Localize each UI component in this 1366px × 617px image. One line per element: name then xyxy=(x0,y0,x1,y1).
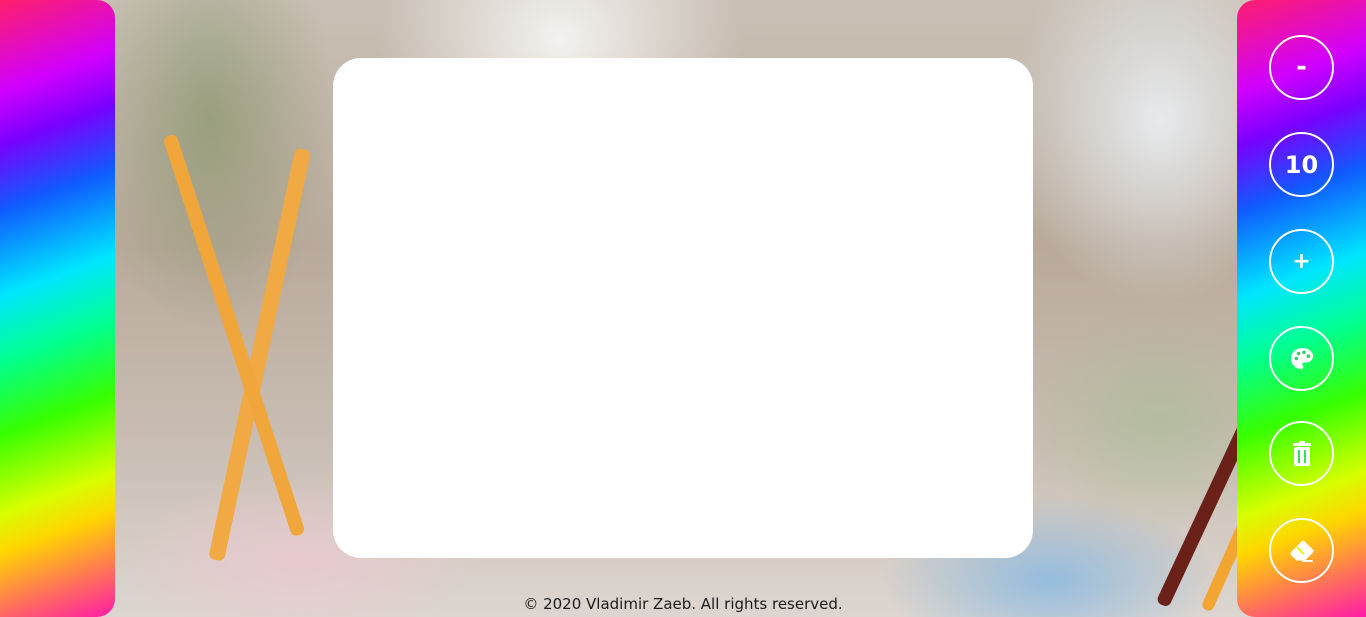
minus-icon: - xyxy=(1296,51,1307,82)
trash-icon xyxy=(1292,440,1311,466)
clear-canvas-button[interactable] xyxy=(1269,421,1334,486)
increase-size-button[interactable]: + xyxy=(1269,229,1334,294)
decrease-size-button[interactable]: - xyxy=(1269,35,1334,100)
brush-size-display: 10 xyxy=(1269,132,1334,197)
eraser-button[interactable] xyxy=(1269,518,1334,583)
app-page: - 10 + © 2020 Vladimir Zaeb. All rights … xyxy=(0,0,1366,617)
background-brush xyxy=(208,147,312,562)
eraser-icon xyxy=(1289,540,1314,562)
copyright-footer: © 2020 Vladimir Zaeb. All rights reserve… xyxy=(523,595,843,613)
left-rainbow-panel xyxy=(0,0,115,617)
color-picker-button[interactable] xyxy=(1269,326,1334,391)
brush-size-value: 10 xyxy=(1284,150,1319,179)
plus-icon: + xyxy=(1292,248,1311,274)
palette-icon xyxy=(1290,347,1313,369)
drawing-canvas[interactable] xyxy=(333,58,1033,558)
